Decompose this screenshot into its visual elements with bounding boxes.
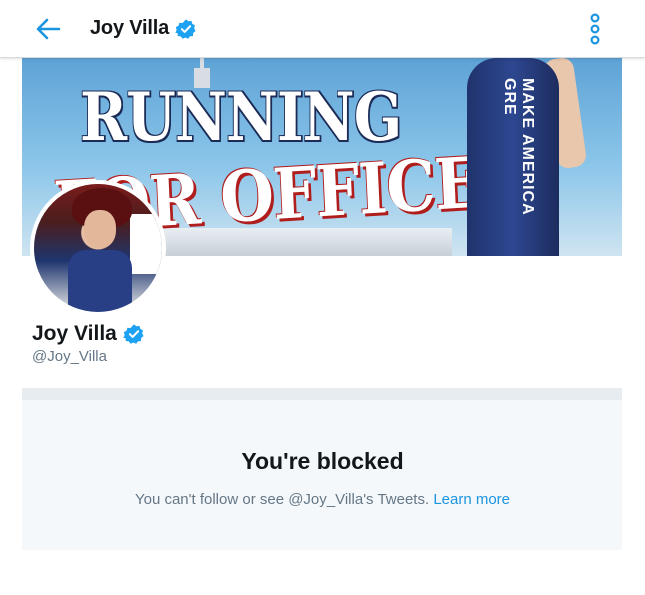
profile-name: Joy Villa — [32, 322, 145, 346]
header-name: Joy Villa — [90, 17, 169, 39]
avatar-face — [84, 210, 116, 248]
blocked-message: You can't follow or see @Joy_Villa's Twe… — [134, 491, 430, 508]
blocked-message-row: You can't follow or see @Joy_Villa's Twe… — [0, 491, 645, 508]
header-title: Joy Villa — [90, 17, 197, 40]
avatar[interactable] — [30, 180, 166, 316]
profile-handle: @Joy_Villa — [32, 348, 107, 365]
profile-name-text: Joy Villa — [32, 322, 117, 345]
arrow-left-icon — [36, 18, 61, 40]
learn-more-link[interactable]: Learn more — [433, 491, 510, 508]
banner-dress-text: MAKE AMERICA GRE — [501, 78, 536, 216]
vertical-dots-icon — [590, 13, 600, 45]
verified-badge-icon — [175, 18, 196, 39]
verified-badge-icon — [123, 324, 144, 344]
back-button[interactable] — [30, 13, 66, 45]
blocked-title: You're blocked — [241, 448, 404, 474]
avatar-dress — [68, 250, 132, 312]
more-options-button[interactable] — [582, 12, 608, 46]
avatar-flag — [130, 214, 162, 274]
top-bar: Joy Villa — [0, 0, 645, 58]
banner-headline-line1: RUNNING — [80, 78, 402, 156]
